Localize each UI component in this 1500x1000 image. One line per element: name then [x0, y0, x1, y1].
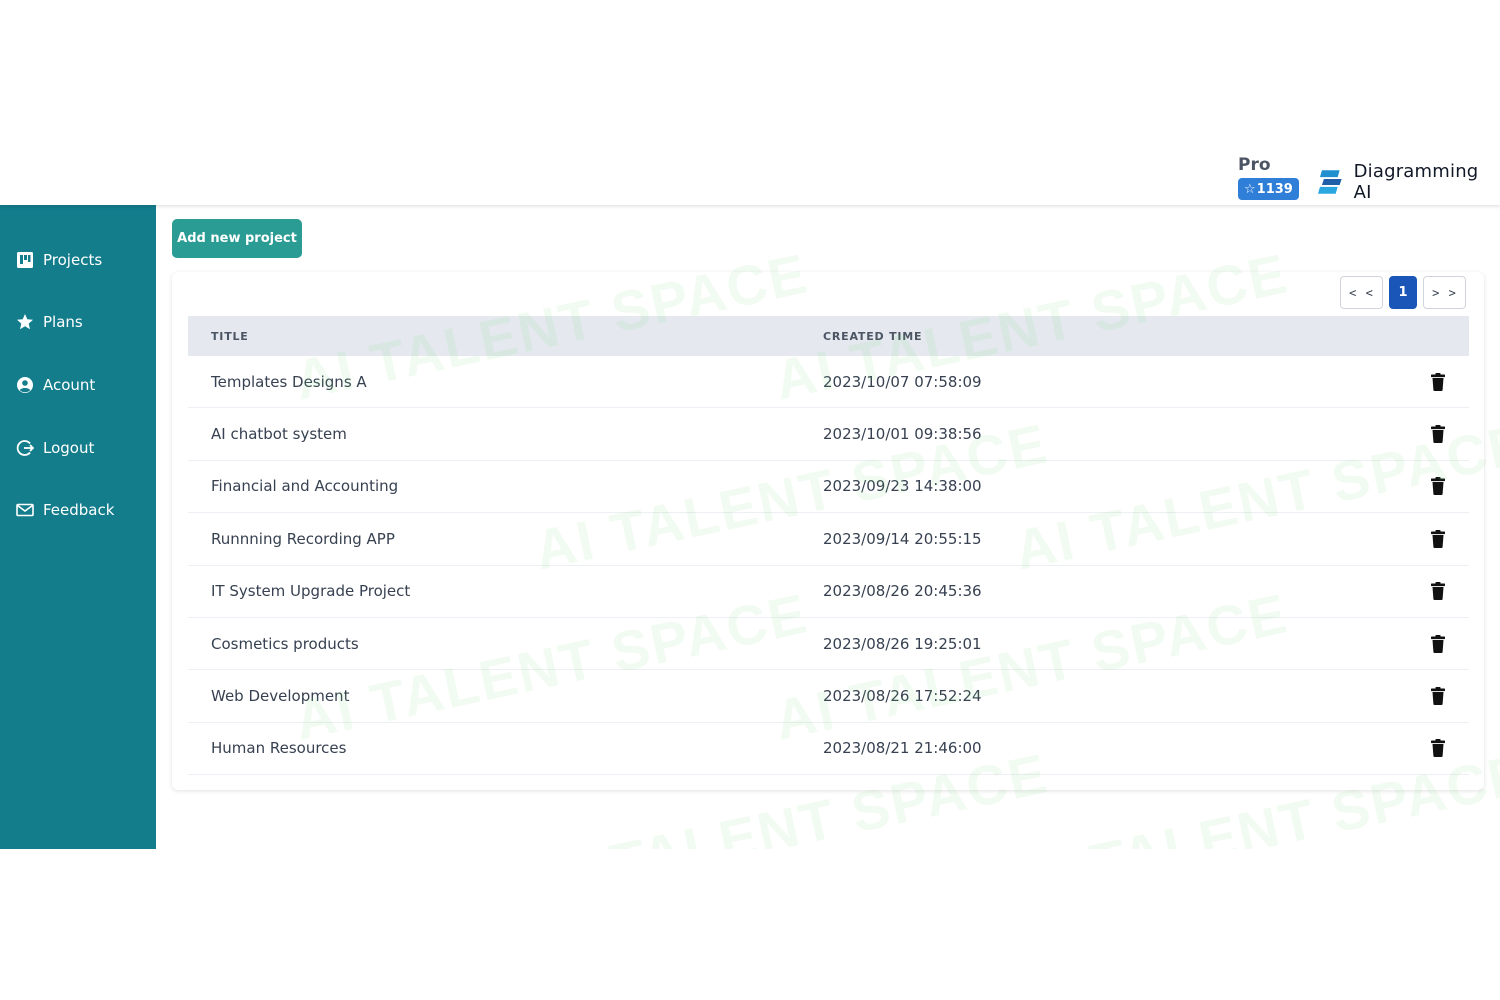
brand-logo-icon: [1318, 170, 1342, 194]
star-icon: [17, 314, 33, 330]
page-button-current[interactable]: 1: [1389, 276, 1417, 309]
sidebar-item-label: Feedback: [43, 501, 115, 519]
next-page-button[interactable]: > >: [1423, 276, 1466, 309]
table-row[interactable]: Financial and Accounting 2023/09/23 14:3…: [188, 461, 1469, 514]
projects-card: < < 1 > > TITLE CREATED TIME Templates D…: [172, 272, 1484, 790]
add-project-button[interactable]: Add new project: [172, 219, 302, 258]
sidebar-item-label: Logout: [43, 439, 95, 457]
table-row[interactable]: Cosmetics products 2023/08/26 19:25:01: [188, 618, 1469, 671]
table-row[interactable]: Templates Designs A 2023/10/07 07:58:09: [188, 356, 1469, 409]
column-header-created: CREATED TIME: [823, 329, 923, 343]
trash-icon[interactable]: [1430, 529, 1446, 548]
sidebar-item-label: Plans: [43, 313, 83, 331]
trash-icon[interactable]: [1430, 739, 1446, 758]
main-content: Add new project < < 1 > > TITLE CREATED …: [156, 205, 1500, 849]
table-row[interactable]: Runnning Recording APP 2023/09/14 20:55:…: [188, 513, 1469, 566]
project-created-time: 2023/08/26 20:45:36: [823, 582, 982, 601]
project-title[interactable]: Templates Designs A: [211, 373, 367, 391]
projects-table: TITLE CREATED TIME Templates Designs A 2…: [188, 316, 1469, 776]
project-created-time: 2023/10/07 07:58:09: [823, 372, 982, 391]
project-created-time: 2023/10/01 09:38:56: [823, 425, 982, 444]
project-title[interactable]: Cosmetics products: [211, 635, 359, 653]
project-created-time: 2023/08/26 19:25:01: [823, 634, 982, 653]
plan-info[interactable]: Pro ☆ 1139: [1238, 154, 1299, 200]
sidebar-item-logout[interactable]: Logout: [16, 439, 94, 457]
credits-value: 1139: [1256, 181, 1293, 197]
table-row[interactable]: Human Resources 2023/08/21 21:46:00: [188, 723, 1469, 776]
credits-badge[interactable]: ☆ 1139: [1238, 178, 1299, 200]
sidebar-item-account[interactable]: Acount: [16, 376, 95, 394]
project-title[interactable]: Web Development: [211, 687, 349, 705]
trash-icon[interactable]: [1430, 687, 1446, 706]
table-row[interactable]: Web Development 2023/08/26 17:52:24: [188, 670, 1469, 723]
table-row[interactable]: AI chatbot system 2023/10/01 09:38:56: [188, 408, 1469, 461]
sidebar-item-label: Projects: [43, 251, 103, 269]
pagination: < < 1 > >: [1340, 276, 1466, 309]
sidebar-item-plans[interactable]: Plans: [16, 313, 83, 331]
brand-name: Diagramming AI: [1353, 161, 1479, 203]
project-title[interactable]: Runnning Recording APP: [211, 530, 395, 548]
prev-page-button[interactable]: < <: [1340, 276, 1383, 309]
logout-icon: [16, 440, 34, 456]
sidebar-item-projects[interactable]: Projects: [16, 251, 102, 269]
project-created-time: 2023/08/26 17:52:24: [823, 687, 982, 706]
mail-icon: [16, 503, 34, 517]
project-title[interactable]: Financial and Accounting: [211, 477, 398, 495]
sidebar-item-feedback[interactable]: Feedback: [16, 501, 114, 519]
project-created-time: 2023/09/14 20:55:15: [823, 529, 982, 548]
project-title[interactable]: Human Resources: [211, 739, 346, 757]
project-title[interactable]: IT System Upgrade Project: [211, 582, 410, 600]
brand[interactable]: Diagramming AI: [1318, 161, 1500, 203]
board-icon: [17, 252, 33, 268]
top-header: Pro ☆ 1139 Diagramming AI: [0, 144, 1500, 205]
project-title[interactable]: AI chatbot system: [211, 425, 347, 443]
trash-icon[interactable]: [1430, 634, 1446, 653]
sidebar-item-label: Acount: [43, 376, 96, 394]
table-header: TITLE CREATED TIME: [188, 316, 1469, 356]
project-created-time: 2023/09/23 14:38:00: [823, 477, 982, 496]
sidebar: Projects Plans Acount Logout Feedback: [0, 205, 156, 849]
column-header-title: TITLE: [211, 329, 249, 343]
trash-icon[interactable]: [1430, 372, 1446, 391]
plan-name: Pro: [1238, 155, 1271, 175]
trash-icon[interactable]: [1430, 425, 1446, 444]
user-circle-icon: [17, 377, 33, 393]
app-window: Pro ☆ 1139 Diagramming AI Projects Plans…: [0, 144, 1500, 849]
project-created-time: 2023/08/21 21:46:00: [823, 739, 982, 758]
trash-icon[interactable]: [1430, 582, 1446, 601]
star-outline-icon: ☆: [1244, 181, 1256, 197]
table-row[interactable]: IT System Upgrade Project 2023/08/26 20:…: [188, 566, 1469, 618]
trash-icon[interactable]: [1430, 477, 1446, 496]
